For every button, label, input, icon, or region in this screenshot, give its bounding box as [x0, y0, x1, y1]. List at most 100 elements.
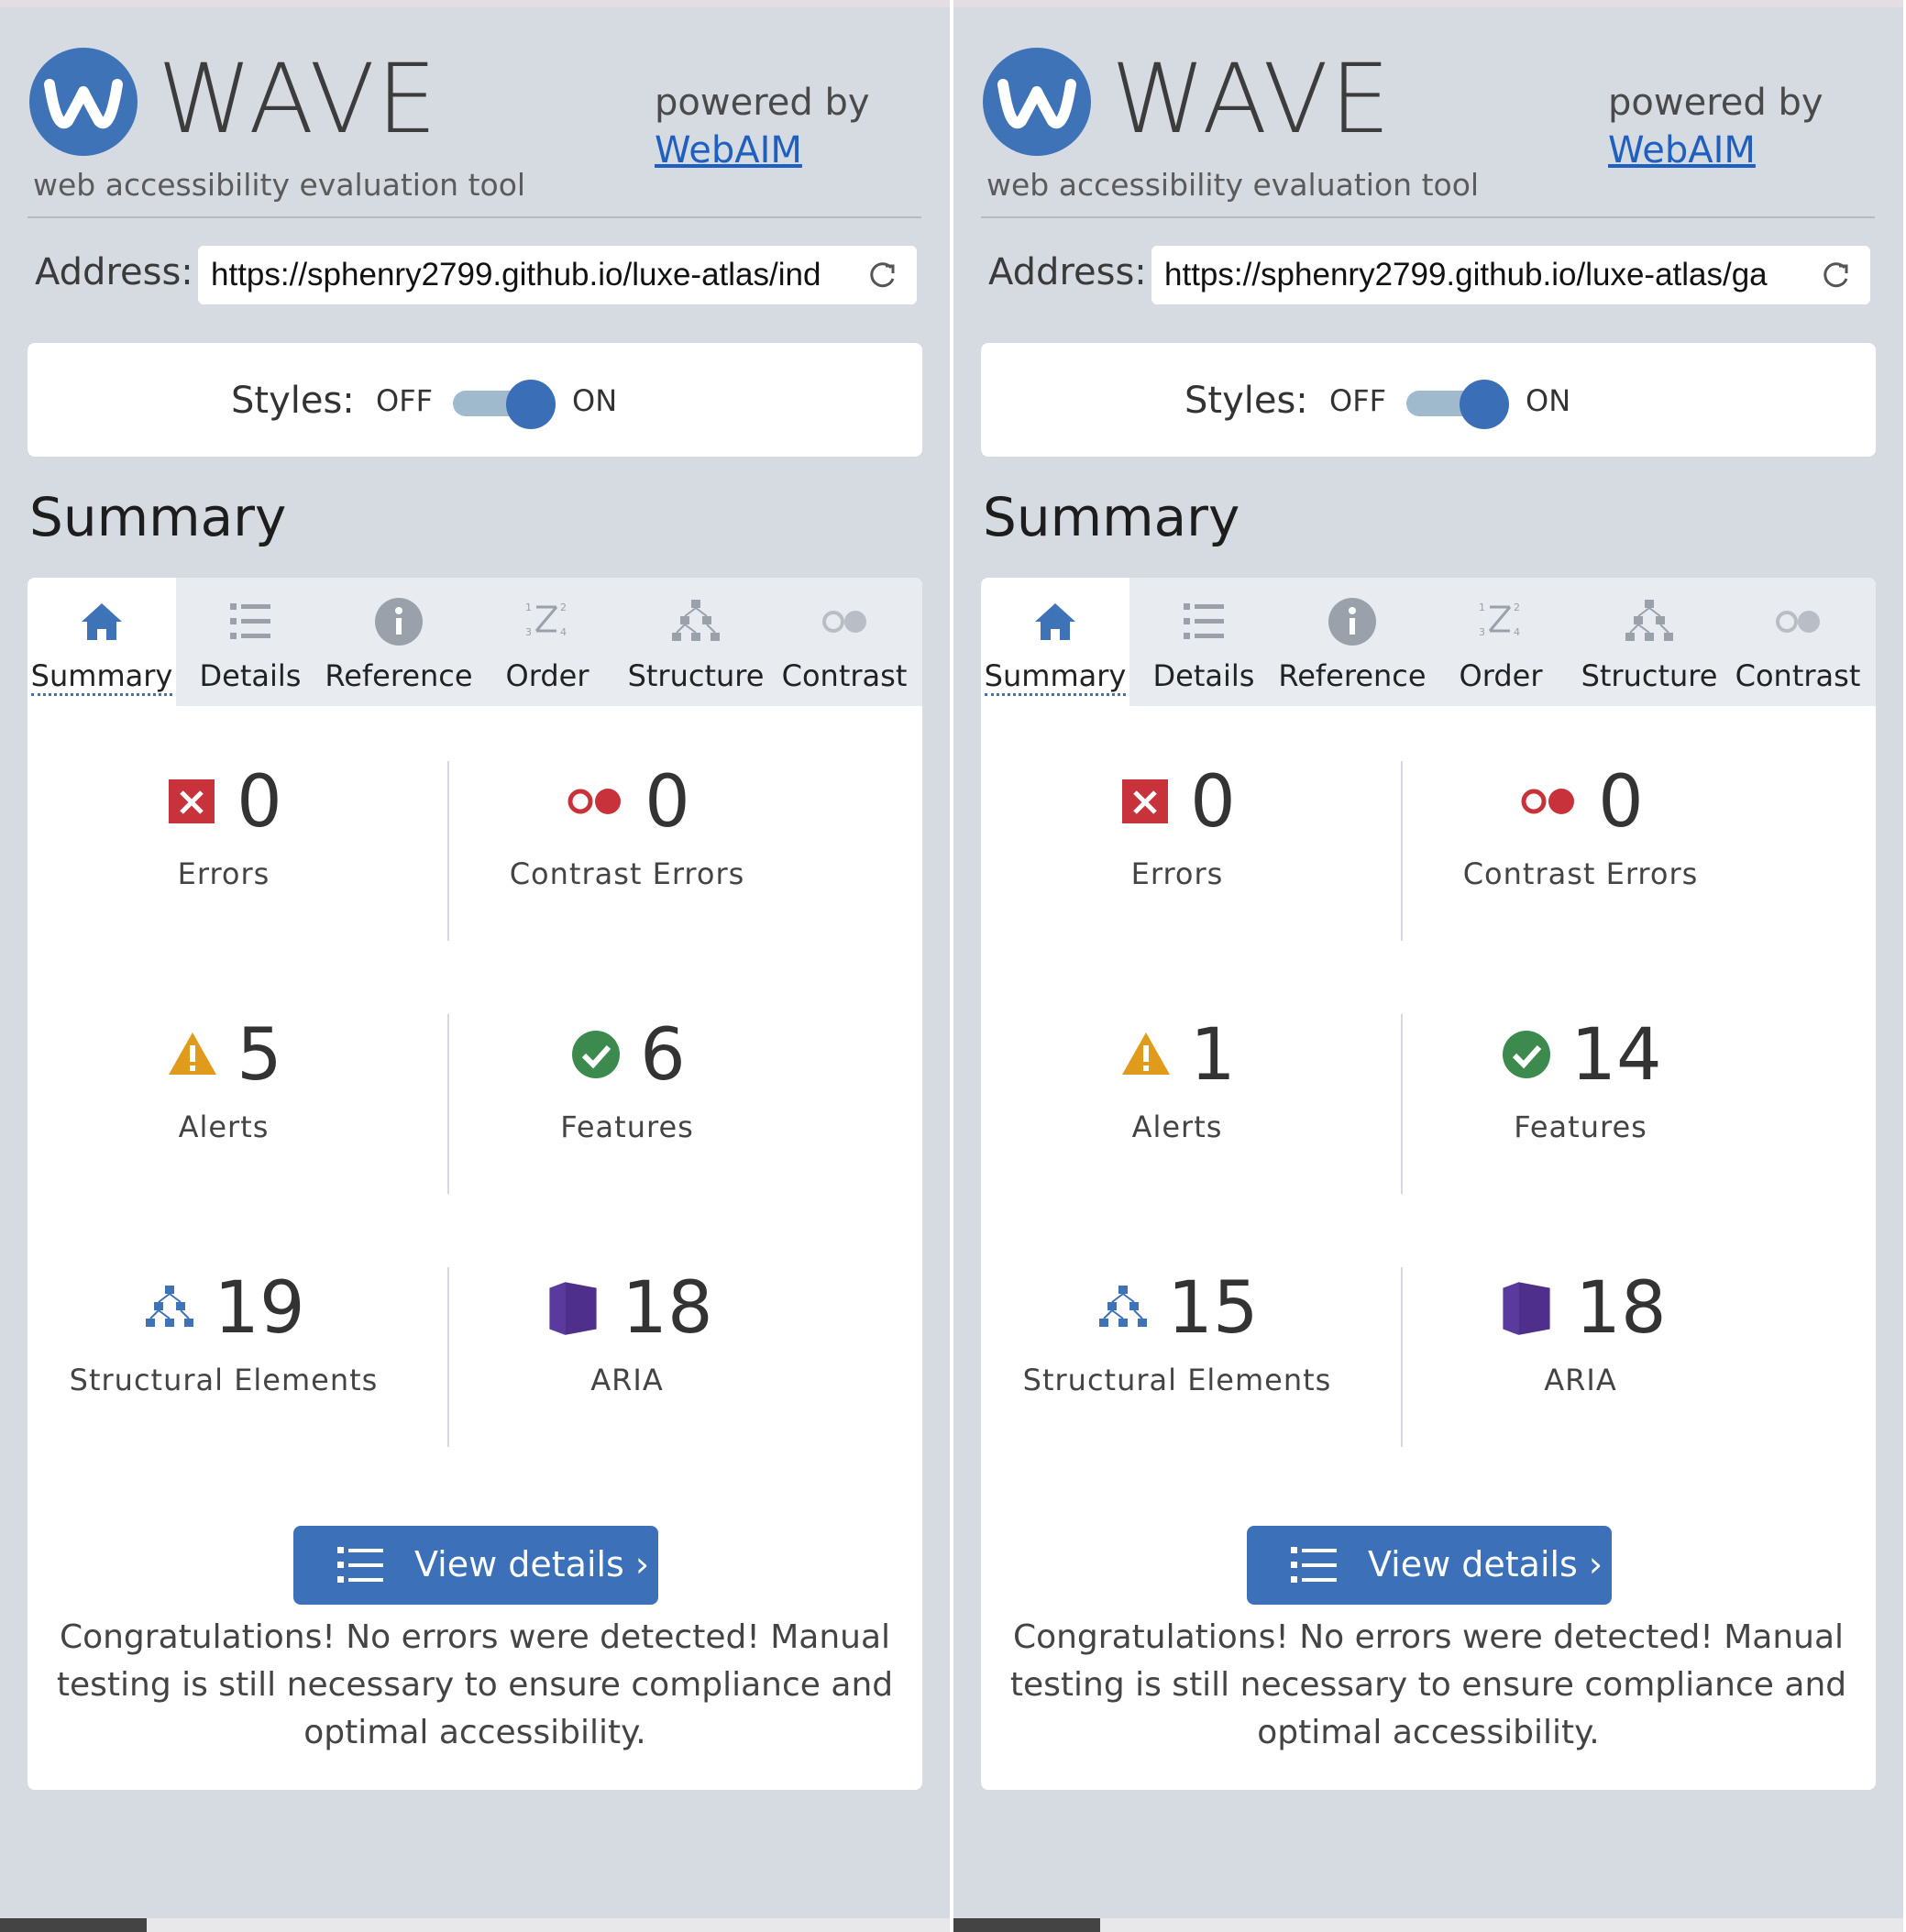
contrast-error-icon [1521, 788, 1575, 814]
aria-count: 18 [1575, 1267, 1667, 1350]
logo-tagline: web accessibility evaluation tool [986, 167, 1480, 203]
styles-toggle-card: Styles: OFF ON [28, 343, 922, 457]
wave-panel-left: WAVE web accessibility evaluation tool p… [0, 0, 950, 1932]
tab-details[interactable]: Details [176, 578, 325, 706]
stat-aria[interactable]: 18 ARIA [403, 1212, 851, 1465]
logo-tagline: web accessibility evaluation tool [33, 167, 526, 203]
address-label: Address: [988, 251, 1147, 293]
list-icon [230, 603, 270, 639]
summary-heading: Summary [983, 486, 1240, 548]
tab-bar: Summary Details Reference 1234 Order Str… [28, 578, 922, 706]
styles-on-label[interactable]: ON [572, 383, 617, 418]
tab-label: Contrast [781, 658, 908, 693]
tab-label: Summary [984, 658, 1127, 696]
wave-logo-icon [29, 48, 138, 156]
structural-count: 15 [1167, 1267, 1259, 1350]
stat-structural[interactable]: 15 Structural Elements [981, 1212, 1401, 1465]
view-details-button[interactable]: View details › [293, 1526, 658, 1605]
aria-label: ARIA [1544, 1363, 1617, 1397]
wave-logo: WAVE web accessibility evaluation tool [29, 44, 543, 213]
stat-contrast-errors[interactable]: 0 Contrast Errors [403, 706, 851, 959]
styles-toggle[interactable] [1403, 380, 1513, 429]
stat-errors[interactable]: 0 Errors [981, 706, 1401, 959]
error-icon [1122, 778, 1169, 823]
styles-toggle-card: Styles: OFF ON [981, 343, 1876, 457]
tab-summary[interactable]: Summary [981, 578, 1129, 706]
toggle-knob [506, 380, 556, 429]
view-details-button[interactable]: View details › [1247, 1526, 1612, 1605]
powered-by: powered by WebAIM [1608, 79, 1823, 174]
tab-label: Reference [325, 658, 473, 693]
tab-order[interactable]: 1 2 3 4 Order [1427, 578, 1575, 706]
feature-icon [1503, 1030, 1551, 1078]
alert-icon [1122, 1032, 1171, 1075]
svg-text:1: 1 [525, 602, 532, 613]
contrast-icon [1776, 611, 1820, 633]
contrast-errors-count: 0 [1598, 761, 1644, 844]
tab-label: Order [1459, 658, 1543, 693]
stat-alerts[interactable]: 1 Alerts [981, 959, 1401, 1212]
stat-contrast-errors[interactable]: 0 Contrast Errors [1357, 706, 1804, 959]
stat-features[interactable]: 6 Features [403, 959, 851, 1212]
address-field[interactable]: https://sphenry2799.github.io/luxe-atlas… [1151, 246, 1870, 304]
info-icon [375, 598, 423, 646]
webaim-link[interactable]: WebAIM [1608, 127, 1823, 174]
tab-structure[interactable]: Structure [622, 578, 770, 706]
webaim-link[interactable]: WebAIM [655, 127, 870, 174]
home-icon [1035, 603, 1075, 640]
stat-aria[interactable]: 18 ARIA [1357, 1212, 1804, 1465]
tab-order[interactable]: 1 2 3 4 Order [473, 578, 622, 706]
structure-icon [1625, 600, 1673, 641]
alerts-count: 5 [237, 1014, 282, 1097]
header-divider [981, 216, 1875, 218]
stat-alerts[interactable]: 5 Alerts [28, 959, 447, 1212]
tab-label: Structure [1581, 658, 1718, 693]
styles-off-label[interactable]: OFF [376, 383, 433, 418]
powered-by-text: powered by [655, 82, 870, 124]
congrats-message: Congratulations! No errors were detected… [56, 1618, 894, 1751]
list-icon [1184, 603, 1224, 639]
address-input[interactable]: https://sphenry2799.github.io/luxe-atlas… [211, 257, 843, 293]
styles-off-label[interactable]: OFF [1329, 383, 1386, 418]
address-input[interactable]: https://sphenry2799.github.io/luxe-atlas… [1164, 257, 1797, 293]
svg-text:3: 3 [1479, 626, 1485, 638]
wave-panel-right: WAVE web accessibility evaluation tool p… [953, 0, 1903, 1932]
wave-logo: WAVE web accessibility evaluation tool [983, 44, 1496, 213]
styles-label: Styles: [231, 380, 355, 422]
svg-text:2: 2 [1514, 602, 1520, 613]
stats-grid: 0 Errors 0 Contrast Errors 5 Alerts 6 Fe… [28, 706, 922, 1495]
contrast-errors-label: Contrast Errors [509, 856, 745, 891]
reload-icon[interactable] [1819, 259, 1852, 292]
tab-summary[interactable]: Summary [28, 578, 176, 706]
order-icon: 1 2 3 4 [525, 602, 567, 638]
tab-label: Summary [30, 658, 173, 696]
stat-features[interactable]: 14 Features [1357, 959, 1804, 1212]
tab-reference[interactable]: Reference [325, 578, 473, 706]
congrats-message: Congratulations! No errors were detected… [1009, 1618, 1847, 1751]
address-field[interactable]: https://sphenry2799.github.io/luxe-atlas… [198, 246, 917, 304]
stat-structural[interactable]: 19 Structural Elements [28, 1212, 447, 1465]
summary-card: Summary Details Reference 1234 Order Str… [981, 578, 1876, 1790]
contrast-errors-label: Contrast Errors [1462, 856, 1699, 891]
contrast-error-icon [567, 788, 622, 814]
tab-reference[interactable]: Reference [1278, 578, 1427, 706]
styles-on-label[interactable]: ON [1526, 383, 1570, 418]
summary-card: Summary Details Reference 1234 Order Str… [28, 578, 922, 1790]
view-details-label: View details › [414, 1544, 650, 1584]
reload-icon[interactable] [865, 259, 898, 292]
taskbar-edge [953, 1918, 1100, 1932]
tab-contrast[interactable]: Contrast [1724, 578, 1872, 706]
svg-text:1: 1 [1479, 602, 1485, 613]
logo-wordmark: WAVE [1111, 43, 1393, 155]
toggle-knob [1460, 380, 1509, 429]
aria-count: 18 [622, 1267, 713, 1350]
styles-toggle[interactable] [449, 380, 559, 429]
wave-logo-icon [983, 48, 1091, 156]
tab-details[interactable]: Details [1129, 578, 1278, 706]
contrast-errors-count: 0 [645, 761, 690, 844]
tab-contrast[interactable]: Contrast [770, 578, 919, 706]
tab-structure[interactable]: Structure [1575, 578, 1724, 706]
svg-text:4: 4 [560, 626, 567, 638]
errors-label: Errors [177, 856, 270, 891]
stat-errors[interactable]: 0 Errors [28, 706, 447, 959]
